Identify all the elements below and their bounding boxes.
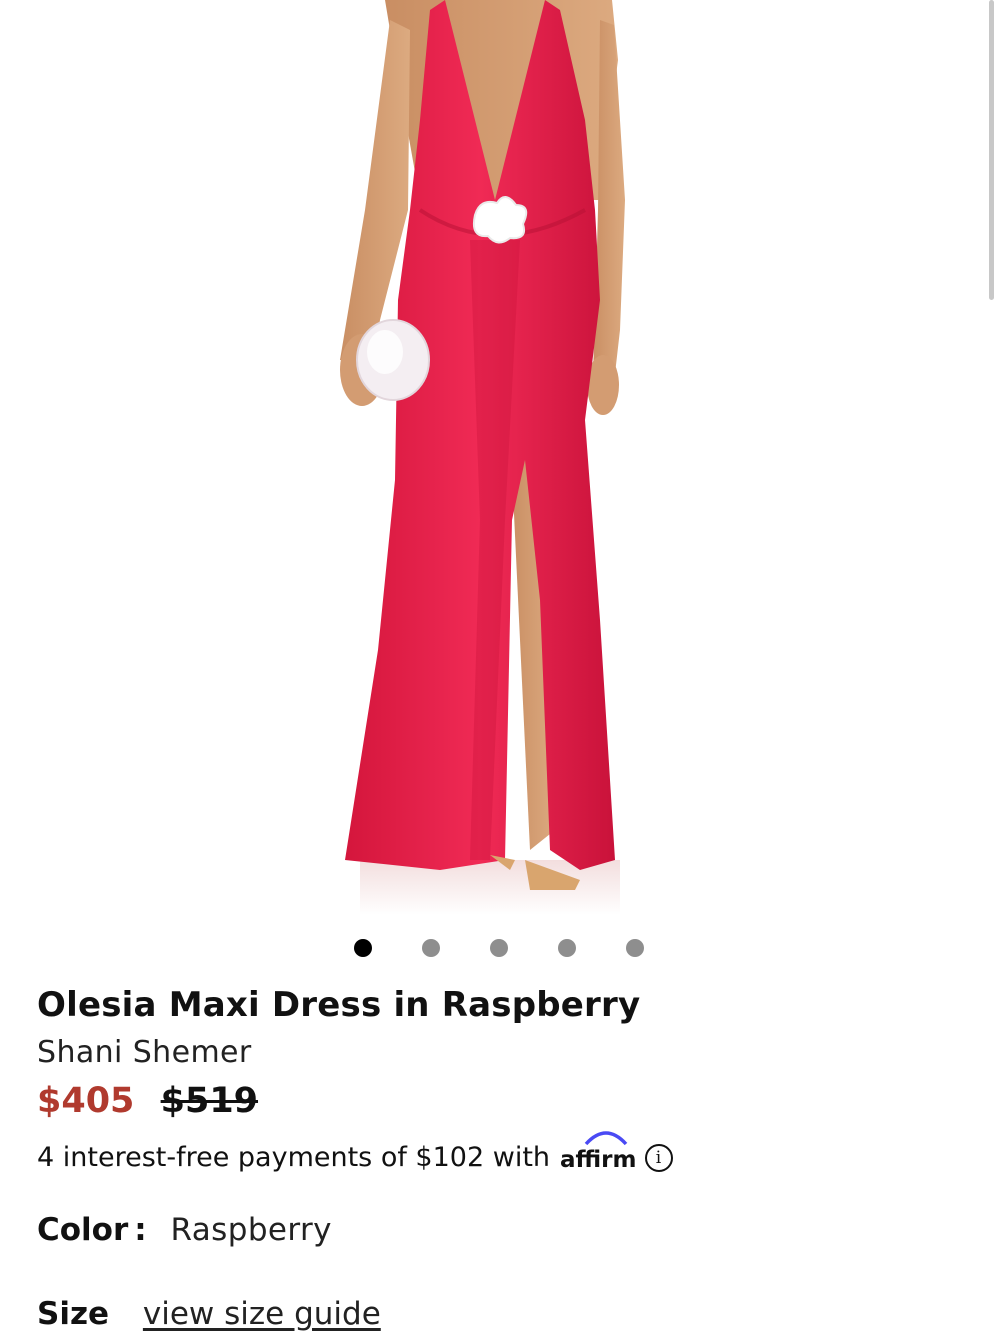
color-selector: Color: Raspberry [37,1210,332,1250]
size-guide-link[interactable]: view size guide [143,1296,381,1332]
carousel-dot-3[interactable] [490,939,508,957]
info-icon[interactable]: i [644,1144,673,1172]
size-selector: Size view size guide [37,1294,381,1334]
carousel-dot-1[interactable] [354,939,372,957]
product-image[interactable] [0,0,1000,920]
original-price: $519 [160,1081,259,1121]
carousel-dot-5[interactable] [626,939,644,957]
affirm-wordmark: affirm [560,1147,637,1173]
price-row: $405 $519 [37,1078,957,1124]
product-info: Olesia Maxi Dress in Raspberry Shani She… [37,980,957,1180]
carousel-dot-4[interactable] [558,939,576,957]
affirm-arc-icon [584,1131,628,1146]
size-label: Size [37,1296,110,1332]
color-label: Color: [37,1212,147,1248]
carousel-dot-2[interactable] [422,939,440,957]
page-scrollbar[interactable] [989,0,994,300]
installments-text: 4 interest-free payments of $102 with [37,1142,551,1173]
image-carousel-dots [354,939,644,957]
affirm-installments: 4 interest-free payments of $102 with af… [37,1131,957,1180]
dress-photo [340,0,625,915]
affirm-logo: affirm [560,1131,637,1180]
color-value: Raspberry [170,1212,332,1248]
brand-link[interactable]: Shani Shemer [37,1030,252,1076]
product-title: Olesia Maxi Dress in Raspberry [37,985,641,1025]
sale-price: $405 [37,1081,135,1121]
